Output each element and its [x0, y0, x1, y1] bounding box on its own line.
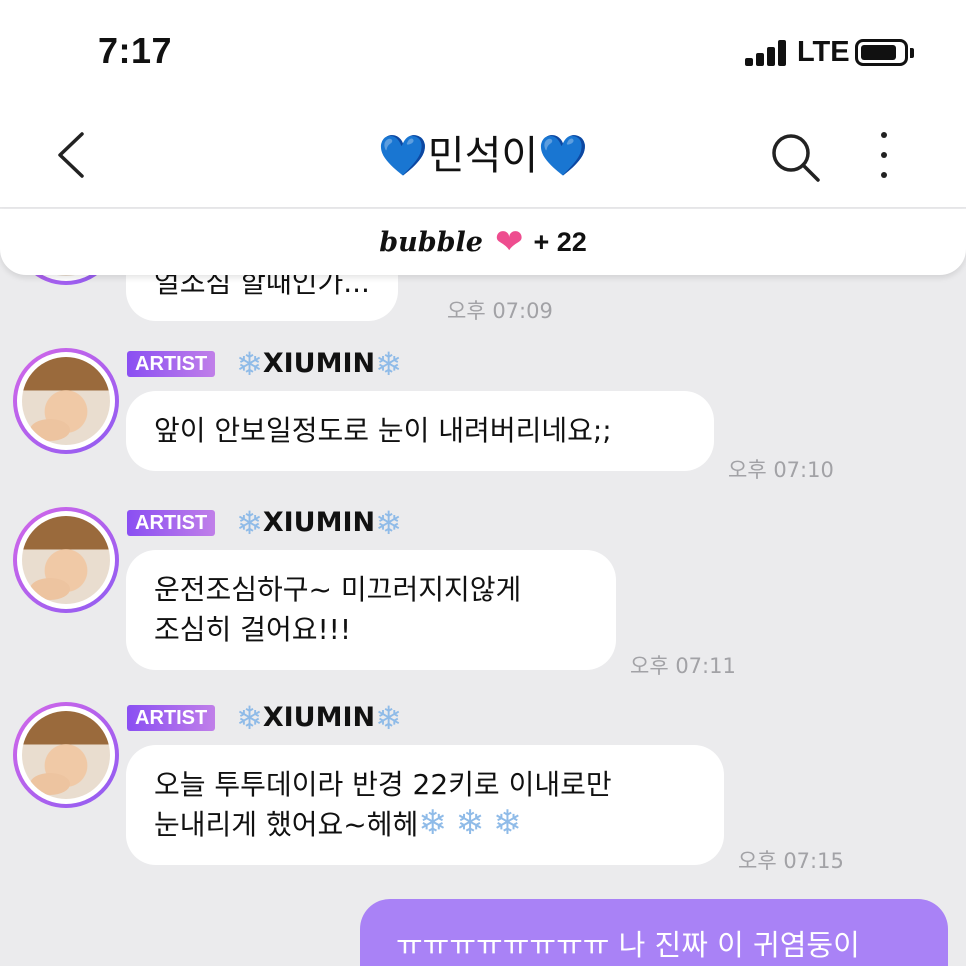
blue-heart-icon: 💙 — [377, 133, 428, 179]
message-time: 오후 07:11 — [630, 654, 736, 678]
message-text: 운전조심하구~ 미끄러지지않게 — [154, 573, 522, 606]
sender-name: ❄ XIUMIN ❄ — [236, 699, 402, 737]
snowflake-icon: ❄ — [236, 699, 263, 737]
message-time: 오후 07:15 — [738, 849, 844, 873]
my-message-bubble[interactable]: ㅠㅠㅠㅠㅠㅠㅠㅠ 나 진짜 이 귀염둥이 — [360, 899, 948, 966]
my-message-text: ㅠㅠㅠㅠㅠㅠㅠㅠ 나 진짜 이 귀염둥이 — [396, 928, 860, 962]
message-text: 앞이 안보일정도로 눈이 내려버리네요;; — [154, 414, 612, 447]
snowflake-icon: ❄ — [418, 803, 447, 843]
message-bubble[interactable]: 앞이 안보일정도로 눈이 내려버리네요;; — [126, 391, 714, 471]
message-time: 오후 07:10 — [728, 458, 834, 482]
bubble-logo: bubble — [379, 226, 483, 258]
signal-icon — [745, 40, 789, 66]
snowflake-icon: ❄ — [375, 504, 402, 542]
snowflake-icon: ❄ — [236, 345, 263, 383]
chat-title-text: 민석이 — [427, 133, 539, 179]
sender-name: ❄ XIUMIN ❄ — [236, 504, 402, 542]
artist-badge: ARTIST — [127, 351, 216, 377]
more-vertical-icon[interactable] — [866, 130, 902, 180]
pink-heart-icon: ❤ — [494, 222, 524, 262]
bubble-banner[interactable]: bubble ❤ + 22 — [0, 209, 966, 275]
status-time: 7:17 — [98, 30, 173, 71]
snowflake-icon: ❄ — [455, 803, 485, 843]
avatar[interactable] — [13, 348, 119, 454]
bubble-count: + 22 — [533, 226, 587, 257]
artist-badge: ARTIST — [127, 510, 216, 536]
snowflake-icon: ❄ — [493, 803, 522, 843]
sender-name: ❄ XIUMIN ❄ — [236, 345, 402, 383]
snowflake-icon: ❄ — [375, 345, 402, 383]
message-text: 조심히 걸어요!!! — [154, 613, 352, 646]
message-bubble[interactable]: 운전조심하구~ 미끄러지지않게 조심히 걸어요!!! — [126, 550, 616, 670]
message-text: 눈내리게 했어요~헤헤❄ ❄ ❄ — [154, 803, 522, 843]
message-bubble[interactable]: 오늘 투투데이라 반경 22키로 이내로만 눈내리게 했어요~헤헤❄ ❄ ❄ — [126, 745, 724, 865]
chat-header: 💙민석이💙 — [0, 100, 966, 208]
snowflake-icon: ❄ — [236, 504, 263, 542]
message-text: 오늘 투투데이라 반경 22키로 이내로만 — [154, 768, 612, 801]
status-bar: 7:17 LTE — [0, 0, 966, 100]
search-icon[interactable] — [768, 130, 822, 184]
snowflake-icon: ❄ — [375, 699, 402, 737]
network-label: LTE — [797, 36, 850, 68]
avatar[interactable] — [13, 702, 119, 808]
message-time: 오후 07:09 — [447, 299, 553, 323]
artist-badge: ARTIST — [127, 705, 216, 731]
chat-area[interactable]: 얼조심 할때인가... 오후 07:09 ARTIST ❄ XIUMIN ❄ 앞이 … — [0, 209, 966, 966]
battery-icon — [855, 39, 914, 66]
avatar[interactable] — [13, 507, 119, 613]
blue-heart-icon: 💙 — [538, 133, 589, 179]
